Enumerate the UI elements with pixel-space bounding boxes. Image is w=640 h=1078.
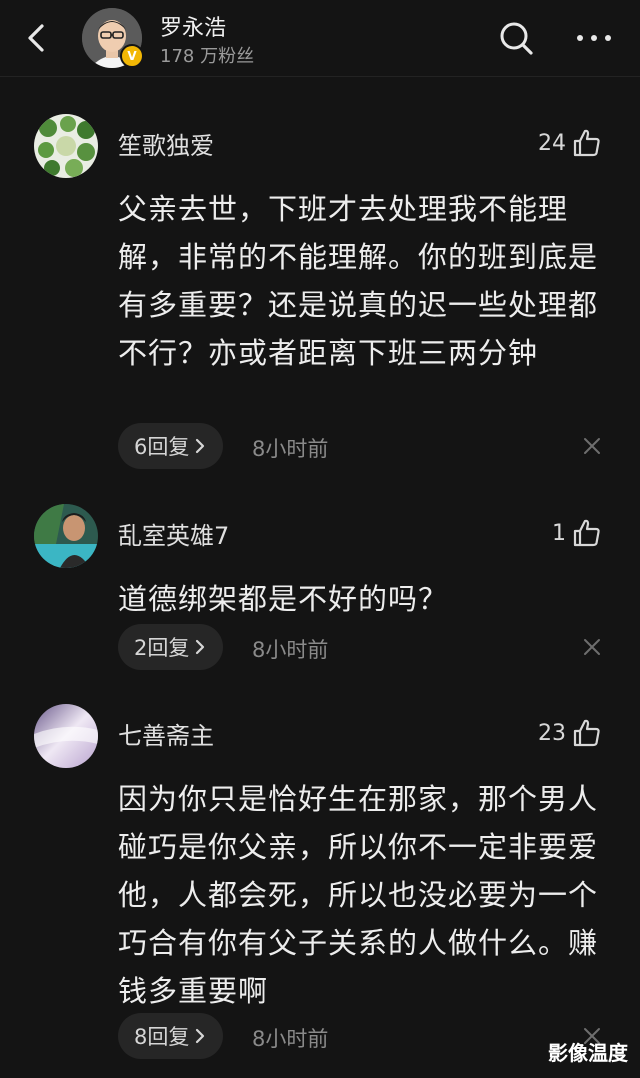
like-count: 23 [538,720,566,746]
comment-text: 道德绑架都是不好的吗？ [118,582,449,616]
back-button[interactable] [16,18,56,58]
replies-button[interactable]: 2回复 [118,624,224,670]
commenter-name[interactable]: 笙歌独爱 [118,126,214,161]
chevron-right-icon [196,438,205,454]
like-button[interactable]: 23 [538,716,602,750]
chevron-right-icon [196,1028,205,1044]
commenter-name[interactable]: 乱室英雄7 [118,516,229,551]
chevron-right-icon [196,639,205,655]
dismiss-button[interactable] [580,635,604,659]
like-count: 1 [552,520,566,546]
thumbs-up-icon [573,719,600,747]
author-avatar[interactable]: V [82,8,144,68]
commenter-name[interactable]: 七善斋主 [118,716,214,751]
comment-time: 8小时前 [252,1027,329,1051]
watermark: 影像温度 [548,1041,628,1065]
chevron-left-icon [28,24,44,52]
comments-page: V 罗永浩 178 万粉丝 笙歌独爱 24 父亲去世，下班才去处理我不能理解，非… [0,0,640,1078]
food-dishes-avatar-image [34,114,98,178]
replies-count: 8回复 [134,1025,190,1049]
comment-text: 父亲去世，下班才去处理我不能理解，非常的不能理解。你的班到底是有多重要？还是说真… [118,192,599,370]
verified-badge: V [120,44,144,68]
man-by-pool-avatar-image [34,504,98,568]
thumbs-up-icon [573,519,600,547]
replies-button[interactable]: 6回复 [118,423,224,469]
commenter-avatar[interactable] [34,114,98,178]
close-icon [584,438,600,454]
top-bar: V 罗永浩 178 万粉丝 [0,0,640,77]
dismiss-button[interactable] [580,434,604,458]
replies-count: 6回复 [134,435,190,459]
more-horizontal-icon [577,35,611,41]
abstract-purple-avatar-image [34,704,98,768]
author-name[interactable]: 罗永浩 [160,10,226,42]
like-button[interactable]: 1 [552,516,602,550]
commenter-avatar[interactable] [34,504,98,568]
commenter-avatar[interactable] [34,704,98,768]
search-button[interactable] [496,18,536,58]
thumbs-up-icon [573,129,600,157]
like-count: 24 [538,130,566,156]
more-button[interactable] [572,18,616,58]
comment-text: 因为你只是恰好生在那家，那个男人碰巧是你父亲，所以你不一定非要爱他，人都会死，所… [118,782,599,1008]
fans-count: 178 万粉丝 [160,46,255,67]
replies-button[interactable]: 8回复 [118,1013,224,1059]
like-button[interactable]: 24 [538,126,602,160]
search-icon [500,22,533,55]
comment-time: 8小时前 [252,437,329,461]
replies-count: 2回复 [134,636,190,660]
close-icon [584,639,600,655]
comment-time: 8小时前 [252,638,329,662]
